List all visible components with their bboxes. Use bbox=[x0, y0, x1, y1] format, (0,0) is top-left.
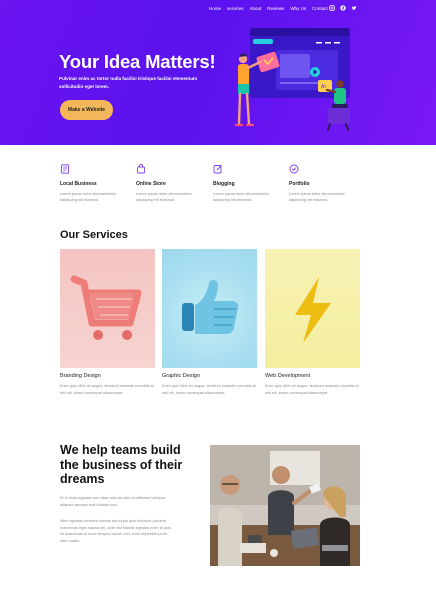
feature-text: Lorem ipsum dolor sitconsectetur adipisc… bbox=[289, 192, 345, 202]
nav-reviews[interactable]: Reviews bbox=[267, 6, 284, 11]
document-icon bbox=[61, 164, 69, 174]
nav-home[interactable]: Home bbox=[209, 6, 221, 11]
hero-subtitle: Pulvinar enim ac tortor nulla facilisi t… bbox=[59, 76, 198, 89]
lightning-bolt-icon bbox=[295, 277, 331, 343]
shopping-cart-icon bbox=[70, 275, 142, 340]
nav-about[interactable]: About bbox=[250, 6, 262, 11]
feature-title: Online Store bbox=[136, 181, 166, 187]
branding-design-text: Enim quis nibh vel augue, tincidunt mole… bbox=[60, 384, 154, 395]
nav-contact[interactable]: Contact bbox=[312, 6, 328, 11]
web-development-text: Enim quis nibh vel augue, tincidunt mole… bbox=[265, 384, 359, 395]
feature-title: Portfolio bbox=[289, 181, 310, 187]
nav-why-us[interactable]: Why Us bbox=[290, 6, 306, 11]
branding-design-title: Branding Design bbox=[60, 373, 101, 379]
hero-illustration: AI bbox=[234, 28, 350, 131]
graphic-design-title: Graphic Design bbox=[162, 373, 200, 379]
feature-text: Lorem ipsum dolor sitconsectetur adipisc… bbox=[60, 192, 116, 202]
edit-icon bbox=[213, 165, 222, 174]
feature-portfolio: Portfolio Lorem ipsum dolor sitconsectet… bbox=[289, 164, 359, 202]
check-badge-icon bbox=[289, 164, 299, 174]
feature-online-store: Online Store Lorem ipsum dolor sitconsec… bbox=[136, 164, 206, 202]
team-paragraph-2: Nibh egestas dictumst cursus est turpis … bbox=[60, 518, 171, 543]
make-website-button[interactable]: Make a Website bbox=[60, 100, 113, 120]
feature-title: Local Business bbox=[60, 181, 97, 187]
web-development-image bbox=[265, 249, 360, 368]
meeting-illustration bbox=[210, 445, 360, 566]
thumbs-up-icon bbox=[182, 279, 239, 334]
feature-text: Lorem ipsum dolor sitconsectetur adipisc… bbox=[213, 192, 269, 202]
main-nav: Home services About Reviews Why Us Conta… bbox=[209, 6, 328, 11]
branding-design-image bbox=[60, 249, 155, 368]
svg-text:AI: AI bbox=[321, 84, 326, 90]
team-paragraph-1: Et in risus egestas nec vitae odio ac ni… bbox=[60, 495, 165, 507]
web-development-title: Web Development bbox=[265, 373, 311, 379]
feature-local-business: Local Business Lorem ipsum dolor sitcons… bbox=[60, 164, 130, 202]
instagram-icon[interactable] bbox=[329, 5, 335, 11]
team-meeting-photo bbox=[210, 445, 360, 566]
graphic-design-image bbox=[162, 249, 257, 368]
hero-title: Your Idea Matters! bbox=[59, 51, 216, 72]
twitter-icon[interactable] bbox=[351, 5, 357, 11]
facebook-icon[interactable] bbox=[340, 5, 346, 11]
graphic-design-text: Enim quis nibh vel augue, tincidunt mole… bbox=[162, 384, 256, 395]
feature-blogging: Blogging Lorem ipsum dolor sitconsectetu… bbox=[213, 164, 283, 202]
services-title: Our Services bbox=[60, 229, 128, 241]
feature-text: Lorem ipsum dolor sitconsectetur adipisc… bbox=[136, 192, 192, 202]
team-title: We help teams build the business of thei… bbox=[60, 443, 183, 486]
social-links bbox=[329, 5, 357, 11]
hero-section: Home services About Reviews Why Us Conta… bbox=[0, 0, 436, 145]
feature-title: Blogging bbox=[213, 181, 235, 187]
nav-services[interactable]: services bbox=[227, 6, 244, 11]
shop-bag-icon bbox=[137, 164, 145, 174]
